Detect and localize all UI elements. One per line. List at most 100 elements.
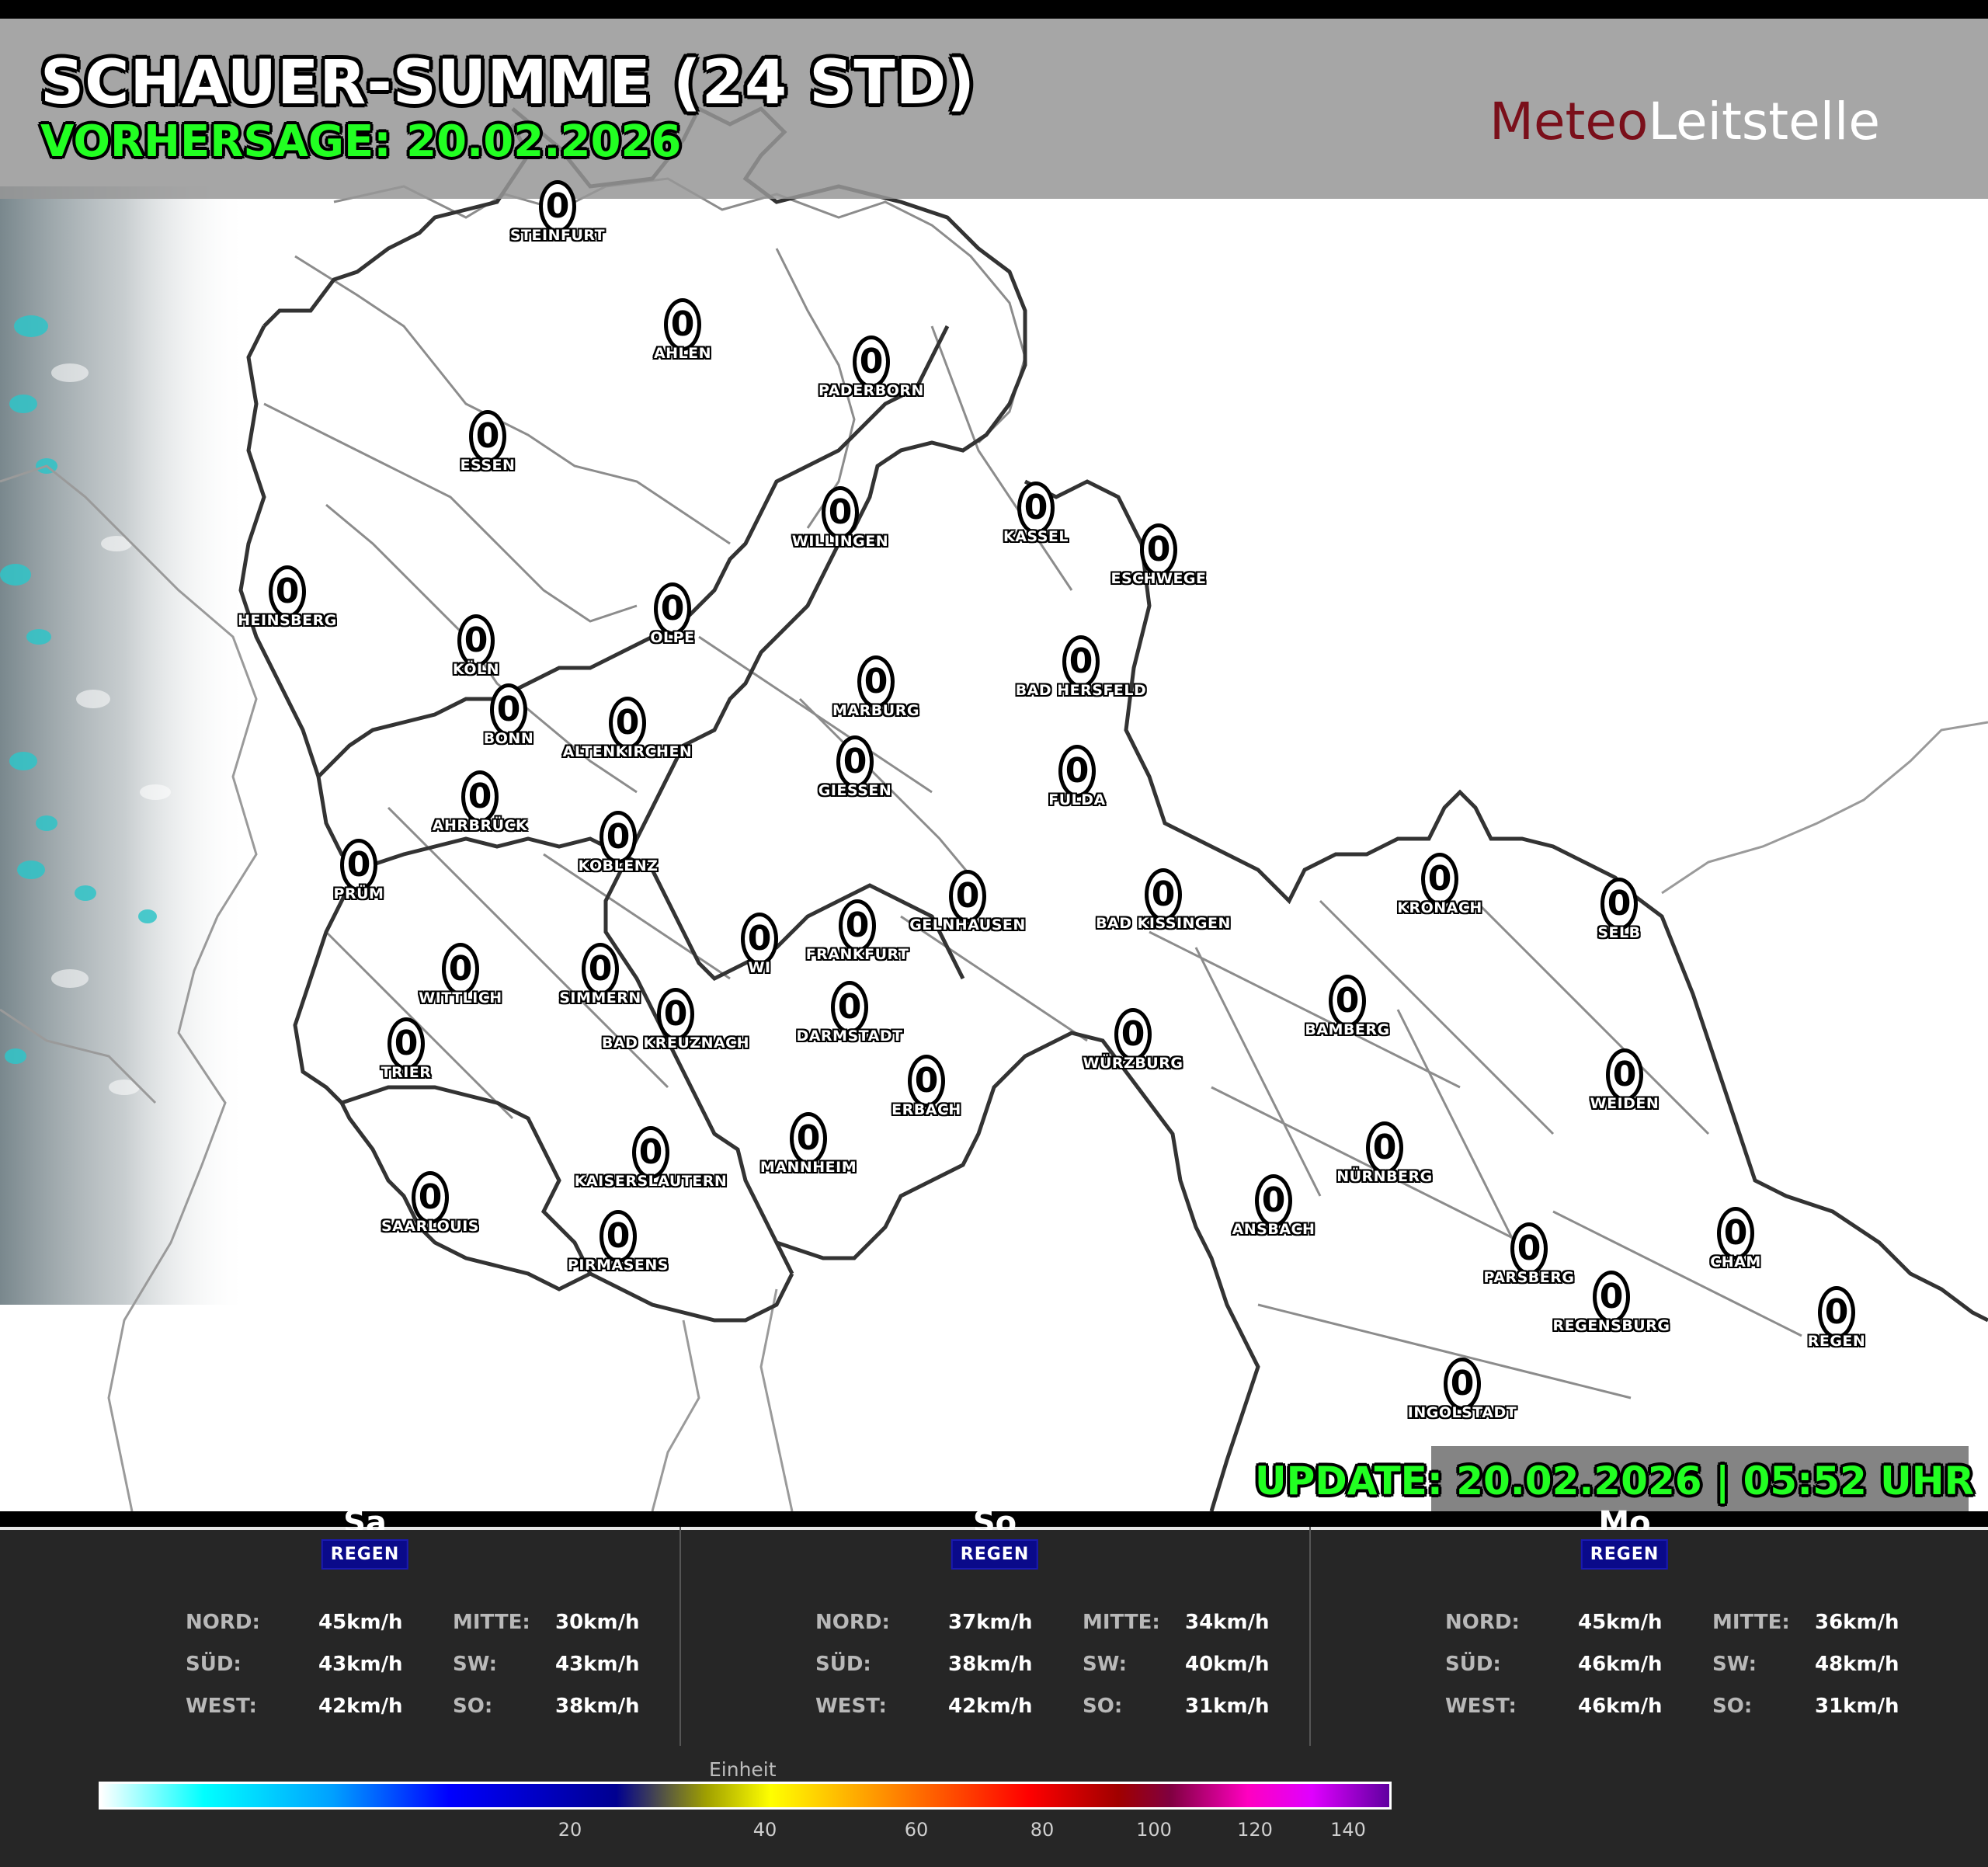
city-name: KRONACH <box>1397 899 1482 916</box>
wind-value: 46km/h <box>1578 1695 1663 1718</box>
shower-sum-value: 0 <box>654 582 691 635</box>
city-marker: 0 REGENSBURG <box>1534 1271 1689 1334</box>
region-label: SO: <box>453 1695 493 1718</box>
shower-sum-value: 0 <box>839 899 876 952</box>
city-name: TRIER <box>381 1064 432 1081</box>
shower-sum-value: 0 <box>836 735 874 788</box>
day-name: So <box>972 1505 1017 1530</box>
weather-map-screen: SCHAUER-SUMME (24 STD) VORHERSAGE: 20.02… <box>0 0 1988 1867</box>
city-name: BAMBERG <box>1305 1021 1390 1038</box>
wind-value: 48km/h <box>1815 1653 1899 1676</box>
wind-row: WEST: 42km/h SO: 31km/h <box>680 1695 1309 1726</box>
region-label: SÜD: <box>186 1653 242 1676</box>
shower-sum-value: 0 <box>1600 878 1638 930</box>
city-name: WÜRZBURG <box>1083 1055 1183 1072</box>
city-marker: 0 CHAM <box>1658 1207 1813 1271</box>
wind-value: 45km/h <box>1578 1611 1663 1634</box>
wind-row: WEST: 46km/h SO: 31km/h <box>1310 1695 1939 1726</box>
region-label: WEST: <box>1445 1695 1517 1718</box>
shower-sum-value: 0 <box>457 614 495 667</box>
city-name: KOBLENZ <box>578 857 659 874</box>
city-marker: 0 ESSEN <box>410 410 565 474</box>
map-area: SCHAUER-SUMME (24 STD) VORHERSAGE: 20.02… <box>0 0 1988 1511</box>
shower-sum-value: 0 <box>461 770 499 823</box>
wind-row: WEST: 42km/h SO: 38km/h <box>50 1695 679 1726</box>
region-label: NORD: <box>815 1611 890 1634</box>
weather-type-badge: REGEN <box>321 1539 409 1570</box>
shower-sum-value: 0 <box>1818 1286 1855 1339</box>
region-label: NORD: <box>186 1611 260 1634</box>
shower-sum-value: 0 <box>1444 1358 1481 1410</box>
city-marker: 0 WÜRZBURG <box>1055 1008 1211 1072</box>
city-marker: 0 KRONACH <box>1362 853 1517 916</box>
shower-sum-value: 0 <box>1145 868 1182 921</box>
city-name: SELB <box>1597 924 1641 941</box>
shower-sum-value: 0 <box>831 981 868 1034</box>
city-name: BAD HERSFELD <box>1015 682 1147 699</box>
shower-sum-value: 0 <box>1329 975 1366 1027</box>
city-name: ALTENKIRCHEN <box>562 743 693 760</box>
city-marker: 0 HEINSBERG <box>210 565 365 629</box>
wind-value: 30km/h <box>555 1611 640 1634</box>
city-marker: 0 PADERBORN <box>794 336 949 399</box>
wind-row: NORD: 45km/h MITTE: 36km/h <box>1310 1611 1939 1642</box>
shower-sum-value: 0 <box>600 811 637 864</box>
city-name: REGENSBURG <box>1552 1317 1670 1334</box>
city-name: ESCHWEGE <box>1110 570 1207 587</box>
city-name: BAD KREUZNACH <box>601 1034 750 1052</box>
wind-value: 45km/h <box>318 1611 403 1634</box>
logo-text-meteo: Meteo <box>1489 92 1649 151</box>
wind-value: 31km/h <box>1815 1695 1899 1718</box>
colorbar <box>99 1782 1392 1810</box>
colorbar-tick: 20 <box>558 1819 582 1841</box>
region-label: SW: <box>453 1653 498 1676</box>
wind-row: SÜD: 38km/h SW: 40km/h <box>680 1653 1309 1684</box>
city-name: WEIDEN <box>1590 1095 1660 1112</box>
shower-sum-value: 0 <box>1017 482 1055 534</box>
shower-sum-value: 0 <box>1593 1271 1630 1323</box>
city-marker: 0 FULDA <box>999 745 1155 808</box>
colorbar-tick: 140 <box>1330 1819 1366 1841</box>
wind-value: 43km/h <box>318 1653 403 1676</box>
city-marker: 0 SELB <box>1541 878 1697 941</box>
region-label: NORD: <box>1445 1611 1520 1634</box>
city-name: PADERBORN <box>818 382 924 399</box>
boundary-lines <box>0 106 1988 1511</box>
region-label: SÜD: <box>815 1653 871 1676</box>
city-marker: 0 BAMBERG <box>1270 975 1425 1038</box>
city-name: FRANKFURT <box>805 946 909 963</box>
city-marker: 0 INGOLSTADT <box>1385 1358 1540 1421</box>
city-name: DARMSTADT <box>796 1027 903 1045</box>
city-marker: 0 ERBACH <box>849 1055 1004 1118</box>
city-marker: 0 DARMSTADT <box>772 981 927 1045</box>
wind-value: 31km/h <box>1185 1695 1270 1718</box>
wind-value: 42km/h <box>948 1695 1033 1718</box>
shower-sum-value: 0 <box>1510 1222 1548 1275</box>
logo-text-leitstelle: Leitstelle <box>1648 92 1881 151</box>
city-marker: 0 GIESSEN <box>777 735 933 799</box>
shower-sum-value: 0 <box>1058 745 1096 798</box>
city-marker: 0 MANNHEIM <box>731 1112 886 1176</box>
shower-sum-value: 0 <box>790 1112 827 1165</box>
region-label: MITTE: <box>1083 1611 1160 1634</box>
wind-row: SÜD: 46km/h SW: 48km/h <box>1310 1653 1939 1684</box>
wind-value: 34km/h <box>1185 1611 1270 1634</box>
city-name: PIRMASENS <box>568 1257 669 1274</box>
shower-sum-value: 0 <box>857 655 895 708</box>
shower-sum-value: 0 <box>539 180 576 233</box>
city-marker: 0 AHLEN <box>605 298 760 362</box>
shower-sum-value: 0 <box>1140 523 1177 576</box>
region-label: MITTE: <box>1712 1611 1790 1634</box>
city-marker: 0 BAD HERSFELD <box>1003 635 1159 699</box>
region-label: MITTE: <box>453 1611 530 1634</box>
weather-type-badge: REGEN <box>951 1539 1039 1570</box>
region-label: SW: <box>1083 1653 1128 1676</box>
shower-sum-value: 0 <box>412 1171 449 1224</box>
city-marker: 0 MARBURG <box>798 655 954 719</box>
colorbar-title: Einheit <box>709 1758 777 1781</box>
city-name: WITTLICH <box>419 989 502 1007</box>
city-name: PRÜM <box>333 885 384 902</box>
shower-sum-value: 0 <box>1606 1048 1643 1101</box>
shower-sum-value: 0 <box>340 839 377 892</box>
city-marker: 0 WEIDEN <box>1547 1048 1702 1112</box>
